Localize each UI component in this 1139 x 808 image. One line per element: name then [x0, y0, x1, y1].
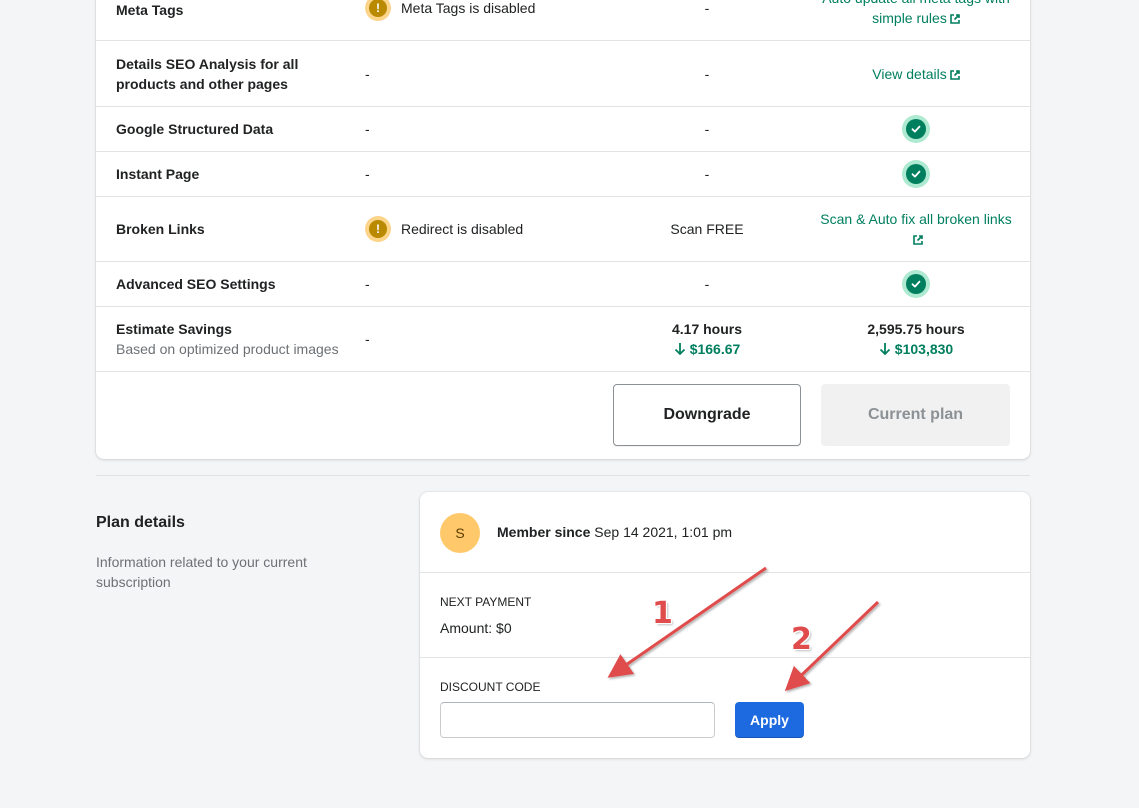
plan-details-title: Plan details: [96, 514, 185, 531]
basic-plan-value: -: [704, 65, 710, 82]
free-plan-value: -: [365, 65, 370, 82]
free-plan-value: -: [365, 276, 370, 292]
feature-label: Meta Tags: [116, 2, 184, 18]
auto-update-meta-tags-link[interactable]: Auto update all meta tags with simple ru…: [816, 0, 1016, 28]
downgrade-button[interactable]: Downgrade: [613, 384, 801, 446]
basic-plan-value: Scan FREE: [670, 221, 744, 237]
check-circle-icon: [902, 270, 930, 298]
current-plan-button[interactable]: Current plan: [821, 384, 1010, 446]
feature-label: Broken Links: [116, 221, 205, 237]
comparison-row-advanced-seo-settings: Advanced SEO Settings - -: [96, 262, 1030, 307]
basic-plan-value: -: [704, 276, 710, 292]
feature-label: Advanced SEO Settings: [116, 276, 276, 292]
view-details-link[interactable]: View details: [872, 64, 960, 84]
pro-plan-value: View details: [816, 41, 1016, 106]
savings-money: $166.67: [674, 339, 740, 359]
comparison-row-google-structured-data: Google Structured Data - -: [96, 107, 1030, 152]
meta-tags-status: ! Meta Tags is disabled: [365, 0, 585, 40]
redirect-status-text: Redirect is disabled: [401, 221, 524, 237]
free-plan-value: -: [365, 331, 370, 347]
annotation-number-2: 2: [791, 622, 812, 657]
avatar: S: [440, 513, 480, 553]
pro-plan-value: [816, 107, 1016, 151]
broken-links-status: ! Redirect is disabled: [365, 197, 585, 261]
external-link-icon: [949, 69, 960, 80]
warning-icon: !: [365, 0, 391, 21]
savings-money: $103,830: [879, 339, 953, 359]
section-divider: [96, 475, 1030, 476]
discount-code-input[interactable]: [440, 702, 715, 738]
pro-plan-value: Auto update all meta tags with simple ru…: [816, 0, 1016, 40]
arrow-down-icon: [879, 343, 890, 356]
warning-icon: !: [365, 216, 391, 242]
comparison-row-details-seo-analysis: Details SEO Analysis for all products an…: [96, 41, 1030, 107]
feature-label: Estimate Savings Based on optimized prod…: [116, 307, 361, 371]
feature-label: Instant Page: [116, 166, 200, 182]
feature-label: Google Structured Data: [116, 121, 274, 137]
plan-details-description: Information related to your current subs…: [96, 554, 307, 590]
feature-label: Details SEO Analysis for all products an…: [116, 55, 299, 92]
arrow-down-icon: [674, 343, 685, 356]
pro-plan-value: Scan & Auto fix all broken links: [816, 197, 1016, 261]
discount-code-label: DISCOUNT CODE: [440, 680, 541, 694]
plan-comparison-card: Meta Tags ! Meta Tags is disabled - Auto…: [96, 0, 1030, 459]
savings-hours: 4.17 hours: [671, 321, 743, 337]
free-plan-value: -: [365, 121, 370, 137]
card-divider: [420, 657, 1030, 658]
free-plan-value: -: [365, 166, 370, 182]
next-payment-amount: Amount: $0: [440, 620, 512, 636]
basic-plan-savings: 4.17 hours $166.67: [596, 307, 818, 371]
comparison-row-instant-page: Instant Page - -: [96, 152, 1030, 197]
estimate-savings-label: Estimate Savings: [116, 321, 232, 337]
basic-plan-value: -: [704, 166, 710, 182]
basic-plan-value: -: [704, 121, 710, 137]
pro-plan-value: [816, 152, 1016, 196]
scan-auto-fix-link[interactable]: Scan & Auto fix all broken links: [816, 209, 1016, 249]
check-circle-icon: [902, 160, 930, 188]
basic-plan-value: -: [704, 0, 710, 16]
plan-details-card: S Member since Sep 14 2021, 1:01 pm NEXT…: [420, 492, 1030, 758]
pro-plan-savings: 2,595.75 hours $103,830: [816, 307, 1016, 371]
estimate-savings-sublabel: Based on optimized product images: [116, 341, 339, 357]
pro-plan-value: [816, 262, 1016, 306]
comparison-row-meta-tags: Meta Tags ! Meta Tags is disabled - Auto…: [96, 0, 1030, 41]
external-link-icon: [950, 14, 960, 24]
external-link-icon: [912, 235, 923, 245]
comparison-row-broken-links: Broken Links ! Redirect is disabled Scan…: [96, 197, 1030, 262]
meta-tags-status-text: Meta Tags is disabled: [401, 0, 536, 16]
apply-button[interactable]: Apply: [735, 702, 804, 738]
comparison-row-estimate-savings: Estimate Savings Based on optimized prod…: [96, 307, 1030, 372]
card-divider: [420, 572, 1030, 573]
next-payment-label: NEXT PAYMENT: [440, 595, 532, 609]
member-since: Member since Sep 14 2021, 1:01 pm: [497, 524, 732, 540]
check-circle-icon: [902, 115, 930, 143]
member-since-label: Member since: [497, 524, 591, 540]
member-since-date: Sep 14 2021, 1:01 pm: [594, 524, 733, 540]
annotation-number-1: 1: [652, 596, 673, 631]
savings-hours: 2,595.75 hours: [867, 321, 965, 337]
